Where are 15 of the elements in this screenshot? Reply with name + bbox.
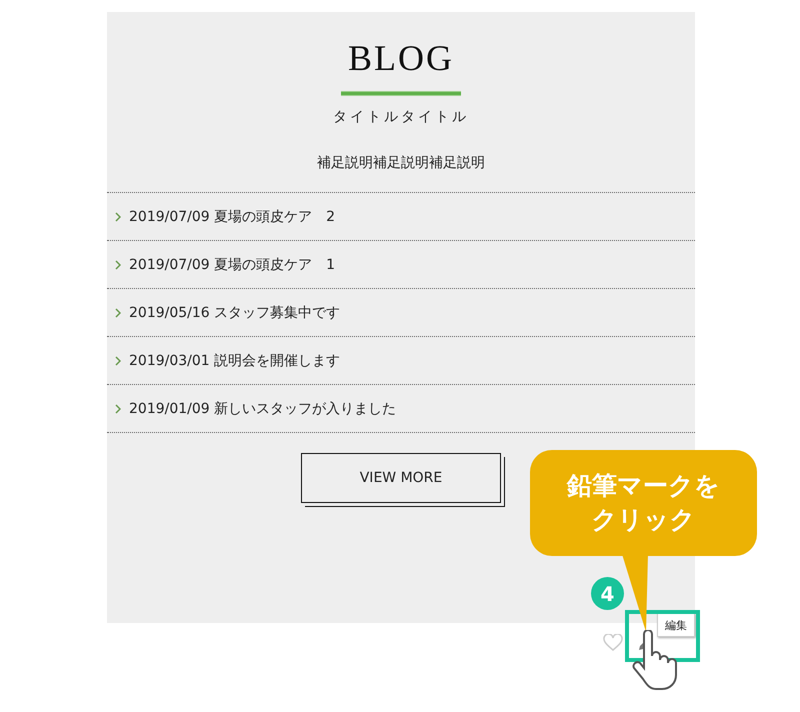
chevron-icon	[115, 212, 121, 222]
blog-heading: BLOG	[348, 38, 454, 78]
callout-text: 鉛筆マークをクリック	[566, 470, 721, 536]
chevron-icon	[115, 356, 121, 366]
blog-subtitle: タイトルタイトル	[333, 108, 469, 126]
heart-icon[interactable]	[603, 634, 623, 652]
post-link[interactable]: 2019/03/01 説明会を開催します	[129, 352, 340, 370]
chevron-icon	[115, 404, 121, 414]
post-link[interactable]: 2019/07/09 夏場の頭皮ケア 1	[129, 256, 336, 274]
post-link[interactable]: 2019/05/16 スタッフ募集中です	[129, 304, 340, 322]
post-link[interactable]: 2019/07/09 夏場の頭皮ケア 2	[129, 208, 336, 226]
blog-description: 補足説明補足説明補足説明	[317, 154, 485, 172]
chevron-icon	[115, 260, 121, 270]
post-link[interactable]: 2019/01/09 新しいスタッフが入りました	[129, 400, 396, 418]
chevron-icon	[115, 308, 121, 318]
